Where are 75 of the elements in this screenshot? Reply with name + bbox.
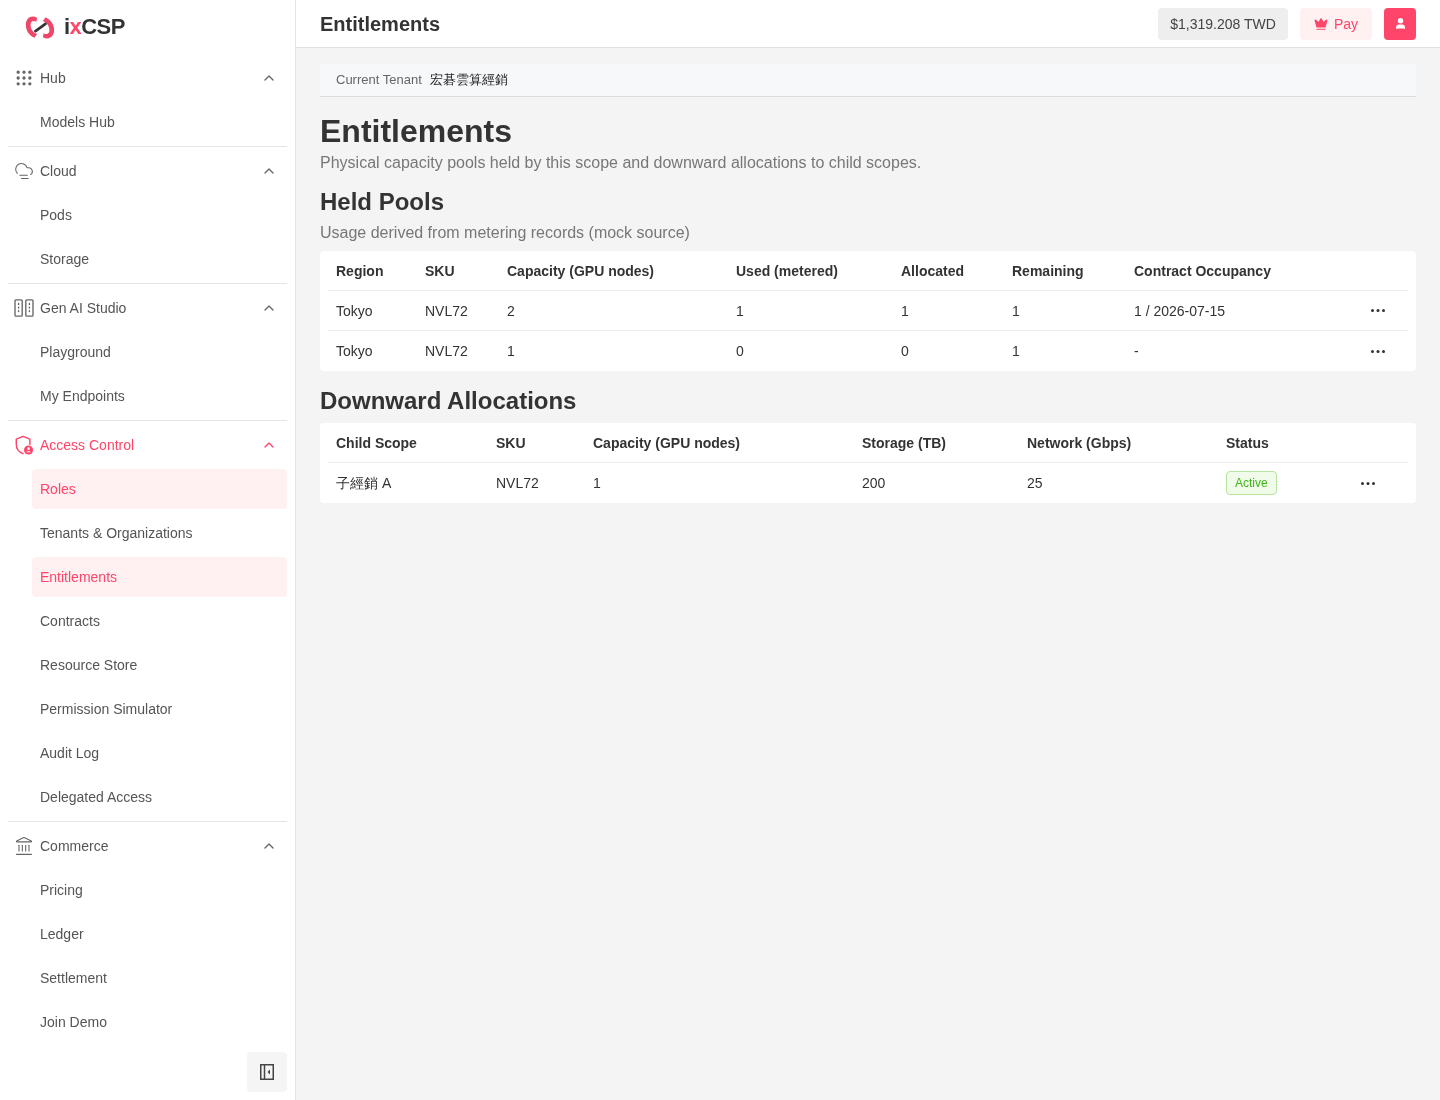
table-cell-text: Tokyo — [335, 342, 374, 361]
shield-user-icon — [14, 435, 34, 455]
table-cell-text: 0 — [735, 342, 745, 361]
table-cell-text: 25 — [1026, 474, 1044, 493]
nav-item[interactable]: Audit Log — [32, 733, 287, 773]
table-header-cell-text: Storage (TB) — [861, 433, 947, 453]
crown-icon — [1313, 16, 1328, 31]
status-badge: Active — [1226, 471, 1277, 495]
table-cell-text: 子經銷 A — [335, 474, 393, 493]
ellipsis-icon — [1371, 349, 1385, 353]
table-cell-text: NVL72 — [495, 474, 540, 493]
nav-group-header[interactable]: Gen AI Studio — [8, 286, 287, 330]
bank-icon — [14, 836, 34, 856]
nav-item[interactable]: Pods — [32, 195, 287, 235]
nav-item[interactable]: Models Hub — [32, 102, 287, 142]
table-cell-text: 0 — [900, 342, 910, 361]
table-cell-text: 1 — [735, 301, 745, 321]
user-icon — [1393, 17, 1407, 30]
nav-group-header[interactable]: Commerce — [8, 824, 287, 868]
table-cell-text: 1 — [506, 342, 516, 361]
table-cell-text: 1 — [1011, 342, 1021, 361]
table-cell-text: 1 — [1011, 301, 1021, 321]
collapse-sidebar-button[interactable] — [247, 1052, 287, 1092]
table-cell-text: 1 — [900, 301, 910, 321]
balance-display: $1,319.208 TWD — [1158, 7, 1288, 40]
logo-wordmark: ixCSP — [64, 13, 125, 41]
table-cell-text: - — [1133, 342, 1140, 361]
table-cell-text: 200 — [861, 474, 887, 493]
table-header-cell-text: Region — [335, 261, 385, 281]
nav-item[interactable]: Pricing — [32, 870, 287, 910]
section-subtitle: Usage derived from metering records (mock source) — [320, 223, 691, 243]
cloud-icon — [14, 161, 34, 181]
server-columns-icon — [14, 299, 34, 317]
nav-item[interactable]: Tenants & Organizations — [32, 513, 287, 553]
nav-item[interactable]: Permission Simulator — [32, 689, 287, 729]
section-title: Downward Allocations — [320, 386, 578, 416]
table-header-cell-text: Status — [1225, 433, 1270, 453]
ellipsis-icon — [1371, 309, 1385, 312]
table-header-cell-text: Allocated — [900, 261, 965, 281]
nav-item[interactable]: Playground — [32, 332, 287, 372]
table-cell-text: 1 / 2026-07-15 — [1133, 301, 1227, 321]
section-title: Held Pools — [320, 187, 446, 217]
nav-item[interactable]: Contracts — [32, 601, 287, 641]
nav-item[interactable]: Delegated Access — [32, 777, 287, 817]
nav-item[interactable]: My Endpoints — [32, 376, 287, 416]
table-header-cell-text: Remaining — [1011, 261, 1085, 281]
dot-grid-icon — [14, 68, 34, 88]
nav-item[interactable]: Settlement — [32, 958, 287, 998]
nav-group-header[interactable]: Hub — [8, 56, 287, 100]
tenant-label: Current Tenant — [336, 71, 422, 90]
nav-group-header[interactable]: Cloud — [8, 149, 287, 193]
table-header-cell-text: Used (metered) — [735, 261, 839, 281]
table-header-cell-text: SKU — [424, 261, 456, 281]
page-subtitle: Physical capacity pools held by this scope and downward allocations to child scopes. — [320, 153, 923, 173]
table-header-cell-text: Capacity (GPU nodes) — [506, 261, 656, 281]
table-cell-text: 1 — [592, 474, 602, 493]
nav-item[interactable]: Resource Store — [32, 645, 287, 685]
table-header-cell-text: Network (Gbps) — [1026, 433, 1133, 453]
table-header-cell-text: Contract Occupancy — [1133, 261, 1272, 281]
collapse-panel-icon — [260, 1064, 274, 1080]
page-title: Entitlements — [320, 113, 514, 149]
nav-item[interactable]: Ledger — [32, 914, 287, 954]
header-title: Entitlements — [320, 11, 441, 37]
nav-item[interactable]: Join Demo — [32, 1002, 287, 1042]
ellipsis-icon — [1361, 481, 1375, 485]
nav-item[interactable]: Storage — [32, 239, 287, 279]
tenant-name: 宏碁雲算經銷 — [429, 71, 508, 90]
table-cell-text: NVL72 — [424, 301, 469, 321]
table-cell-text: Tokyo — [335, 301, 374, 321]
table-cell-text: 2 — [506, 301, 516, 321]
table-header-cell-text: SKU — [495, 433, 527, 453]
table-header-cell-text: Child Scope — [335, 433, 418, 453]
table-header-cell-text: Capacity (GPU nodes) — [592, 433, 742, 453]
user-avatar-button[interactable] — [1384, 7, 1416, 40]
table-cell-text: NVL72 — [424, 342, 469, 361]
